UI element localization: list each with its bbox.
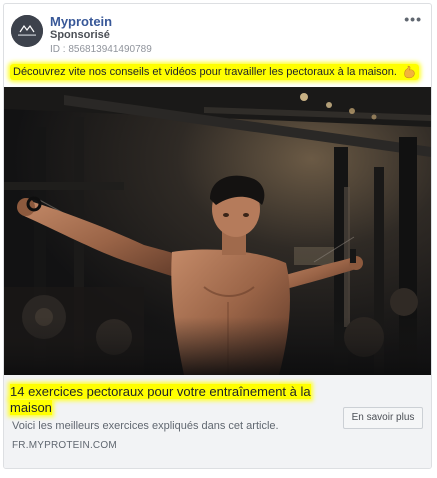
page-avatar[interactable]	[11, 15, 43, 47]
post-message-content: Découvrez vite nos conseils et vidéos po…	[13, 66, 397, 78]
post-message: Découvrez vite nos conseils et vidéos po…	[10, 62, 430, 83]
learn-more-button[interactable]: En savoir plus	[343, 407, 423, 429]
link-headline[interactable]: 14 exercices pectoraux pour votre entraî…	[10, 384, 332, 416]
post-image-athlete[interactable]	[4, 87, 431, 375]
link-preview[interactable]: 14 exercices pectoraux pour votre entraî…	[4, 375, 431, 468]
post-header: Myprotein Sponsorisé ID : 85681394149078…	[4, 4, 431, 62]
ad-id: ID : 856813941490789	[50, 44, 152, 55]
flexed-biceps-icon	[404, 65, 415, 79]
link-description: Voici les meilleurs exercices expliqués …	[12, 420, 279, 432]
link-domain: FR.MYPROTEIN.COM	[12, 440, 117, 451]
sponsored-label[interactable]: Sponsorisé	[50, 29, 110, 41]
sponsored-post-card: Myprotein Sponsorisé ID : 85681394149078…	[3, 3, 432, 469]
link-headline-text[interactable]: 14 exercices pectoraux pour votre entraî…	[10, 384, 311, 415]
page-name-link[interactable]: Myprotein	[50, 14, 112, 29]
myprotein-logo-icon	[11, 15, 43, 47]
more-options-button[interactable]: •••	[404, 12, 422, 26]
post-message-text: Découvrez vite nos conseils et vidéos po…	[10, 64, 420, 80]
gym-photo-image	[4, 87, 431, 375]
